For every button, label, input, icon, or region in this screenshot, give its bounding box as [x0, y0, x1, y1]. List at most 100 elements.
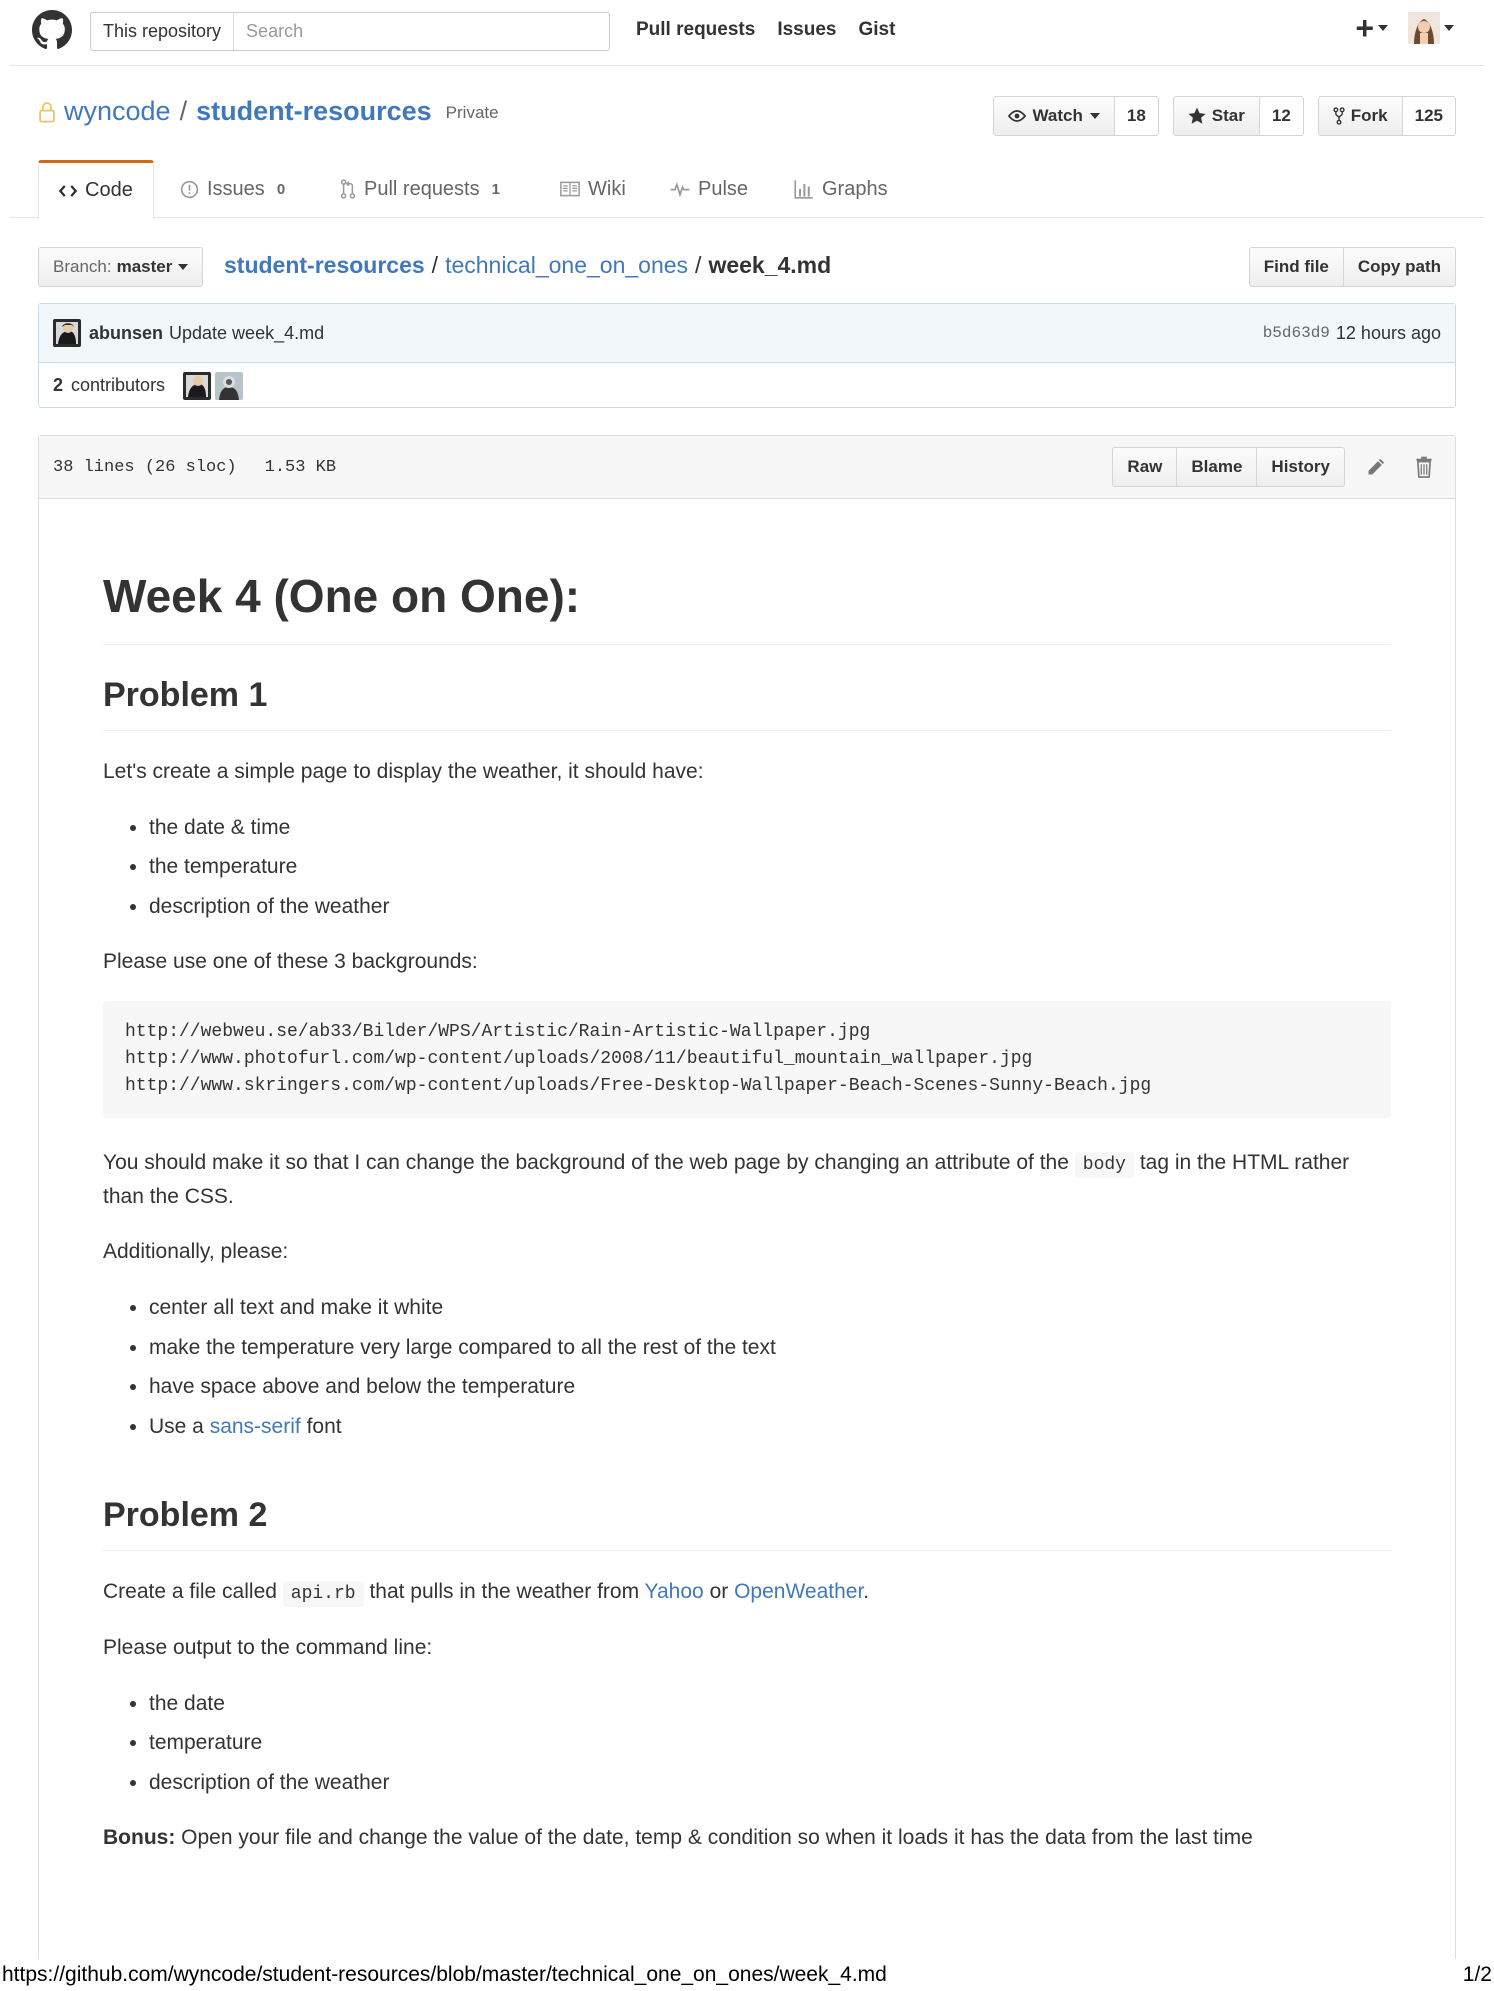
contributors-label: contributors [71, 375, 166, 395]
problem1-intro: Let's create a simple page to display th… [103, 759, 704, 783]
inline-code: body [1074, 1151, 1134, 1178]
copy-path-button[interactable]: Copy path [1343, 247, 1456, 287]
user-avatar [1408, 12, 1440, 44]
body-attribute-paragraph: You should make it so that I can change … [103, 1146, 1391, 1213]
stargazers-count[interactable]: 12 [1259, 96, 1304, 136]
list-text: Use a [149, 1414, 204, 1438]
eye-icon [1008, 110, 1027, 122]
branch-select[interactable]: Branch: master [38, 247, 204, 287]
star-button[interactable]: Star [1172, 96, 1260, 136]
list-item: the date & time [149, 811, 1391, 845]
edit-file-button[interactable] [1359, 450, 1393, 484]
contributors-count: 2 [53, 375, 64, 395]
tab-pulse[interactable]: Pulse [670, 160, 748, 218]
tab-graphs[interactable]: Graphs [794, 160, 888, 218]
problem2-heading: Problem 2 [103, 1495, 1391, 1552]
delete-file-button[interactable] [1407, 450, 1441, 484]
problem2-intro: Create a file called api.rb that pulls i… [103, 1575, 1391, 1609]
tab-code[interactable]: Code [38, 160, 154, 219]
tab-pull-requests-label: Pull requests [364, 177, 480, 200]
breadcrumb-root-link[interactable]: student-resources [224, 252, 425, 279]
breadcrumb: student-resources / technical_one_on_one… [224, 252, 831, 279]
additionally-paragraph: Additionally, please: [103, 1240, 289, 1264]
breadcrumb-separator: / [695, 252, 702, 278]
contributor-avatar[interactable] [215, 371, 244, 400]
repo-nav-tabs: Code Issues 0 Pull requests 1 Wiki Pulse… [10, 160, 1484, 219]
tab-pulse-label: Pulse [698, 177, 749, 200]
tab-issues-label: Issues [207, 177, 265, 200]
watchers-count[interactable]: 18 [1114, 96, 1159, 136]
fork-button[interactable]: Fork [1317, 96, 1403, 136]
list-item: center all text and make it white [149, 1291, 1391, 1325]
forks-count[interactable]: 125 [1402, 96, 1456, 136]
commit-info: abunsen Update week_4.md b5d63d9 12 hour… [38, 303, 1456, 408]
find-file-button[interactable]: Find file [1248, 247, 1344, 287]
tab-wiki-label: Wiki [588, 177, 626, 200]
url-line: http://webweu.se/ab33/Bilder/WPS/Artisti… [125, 1021, 871, 1042]
list-item: description of the weather [149, 890, 1391, 924]
paragraph-text: or [709, 1580, 729, 1604]
tab-graphs-label: Graphs [822, 177, 888, 200]
issues-counter: 0 [276, 180, 286, 198]
openweather-link[interactable]: OpenWeather [734, 1580, 863, 1603]
markdown-body: Week 4 (One on One): Problem 1 Let's cre… [39, 499, 1455, 1855]
url-line: http://www.skringers.com/wp-content/uplo… [125, 1075, 1152, 1096]
repo-forked-icon [1333, 107, 1345, 125]
output-intro: Please output to the command line: [103, 1635, 433, 1659]
repo-name-link[interactable]: student-resources [196, 96, 432, 127]
branch-label: Branch: [53, 257, 112, 276]
user-menu-dropdown[interactable] [1408, 12, 1454, 44]
code-icon [59, 184, 77, 197]
pulls-counter: 1 [491, 180, 500, 198]
list-item: the temperature [149, 850, 1391, 884]
site-header: This repository Pull requests Issues Gis… [10, 0, 1484, 66]
commit-time: 12 hours ago [1335, 322, 1441, 343]
nav-issues[interactable]: Issues [777, 19, 836, 41]
file-nav-buttons: Find file Copy path [1248, 247, 1456, 287]
pulse-icon [670, 181, 690, 197]
search-input[interactable] [234, 13, 609, 50]
watch-label: Watch [1032, 106, 1083, 125]
yahoo-link[interactable]: Yahoo [645, 1580, 704, 1603]
list-item: temperature [149, 1726, 1391, 1760]
commit-author-link[interactable]: abunsen [89, 323, 163, 344]
history-button[interactable]: History [1257, 447, 1345, 487]
file-header: 38 lines (26 sloc) 1.53 KB Raw Blame Hist… [39, 436, 1455, 499]
author-avatar[interactable] [53, 319, 81, 347]
graph-icon [794, 180, 813, 199]
file-lines: 38 lines (26 sloc) [53, 457, 237, 477]
private-label: Private [445, 102, 499, 122]
list-text: font [306, 1414, 342, 1438]
tab-pull-requests[interactable]: Pull requests 1 [340, 160, 500, 218]
commit-message-link[interactable]: Update week_4.md [169, 323, 324, 344]
backgrounds-intro: Please use one of these 3 backgrounds: [103, 950, 478, 974]
nav-pull-requests[interactable]: Pull requests [636, 19, 755, 41]
list-item: Use a sans-serif font [149, 1410, 1391, 1444]
breadcrumb-dir-link[interactable]: technical_one_on_ones [445, 252, 688, 279]
url-line: http://www.photofurl.com/wp-content/uplo… [125, 1048, 1033, 1069]
watch-button[interactable]: Watch [993, 96, 1115, 136]
watch-group: Watch 18 [993, 96, 1159, 136]
sans-serif-link[interactable]: sans-serif [210, 1415, 301, 1438]
print-footer: https://github.com/wyncode/student-resou… [0, 1959, 1494, 1991]
raw-button[interactable]: Raw [1112, 447, 1178, 487]
bonus-label: Bonus: [103, 1826, 176, 1850]
commit-meta: b5d63d9 12 hours ago [1263, 323, 1441, 344]
tab-issues[interactable]: Issues 0 [180, 160, 285, 218]
list-item: the date [149, 1687, 1391, 1721]
contributor-avatar[interactable] [183, 371, 212, 400]
plus-icon: + [1355, 10, 1374, 46]
pencil-icon [1368, 458, 1385, 475]
github-logo-icon[interactable] [32, 10, 72, 50]
commit-sha-link[interactable]: b5d63d9 [1263, 324, 1330, 342]
file-size: 1.53 KB [264, 457, 337, 477]
repo-owner-link[interactable]: wyncode [64, 96, 171, 127]
tab-wiki[interactable]: Wiki [560, 160, 626, 218]
paragraph-text: that pulls in the weather from [369, 1580, 640, 1604]
problem1-heading: Problem 1 [103, 675, 1391, 731]
blame-button[interactable]: Blame [1177, 447, 1258, 487]
create-new-dropdown[interactable]: + [1355, 12, 1388, 44]
page-number: 1/2 [1462, 1963, 1492, 1986]
file-viewer: 38 lines (26 sloc) 1.53 KB Raw Blame Hist… [38, 435, 1456, 1991]
nav-gist[interactable]: Gist [858, 19, 895, 41]
